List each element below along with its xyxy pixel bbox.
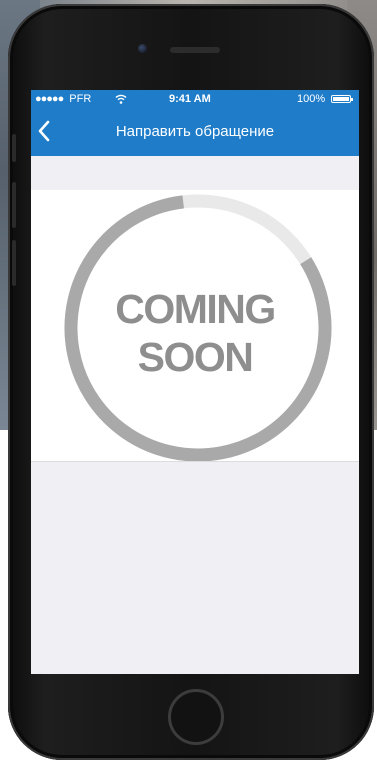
signal-dots: ●●●●● — [35, 93, 64, 105]
volume-down-button — [12, 240, 16, 286]
front-camera — [138, 44, 147, 53]
home-button[interactable] — [168, 689, 224, 745]
mute-switch — [12, 134, 16, 162]
navigation-bar: Направить обращение — [31, 108, 359, 156]
volume-up-button — [12, 182, 16, 228]
status-time: 9:41 AM — [169, 93, 211, 105]
earpiece-speaker — [170, 47, 220, 53]
soon-text: SOON — [137, 334, 254, 380]
battery-icon — [331, 95, 353, 103]
coming-soon-card: COMING SOON — [31, 190, 359, 461]
status-bar: ●●●●● PFR 9:41 AM 100% — [31, 90, 359, 108]
wifi-icon — [115, 94, 127, 104]
content-divider — [31, 461, 359, 462]
battery-percent: 100% — [297, 93, 326, 105]
coming-text: COMING — [115, 286, 276, 332]
page-title: Направить обращение — [115, 123, 275, 140]
phone-screen: ●●●●● PFR 9:41 AM 100% Направить обращен… — [31, 90, 359, 674]
carrier-name: PFR — [69, 93, 92, 105]
carrier-info: ●●●●● PFR — [35, 93, 91, 105]
